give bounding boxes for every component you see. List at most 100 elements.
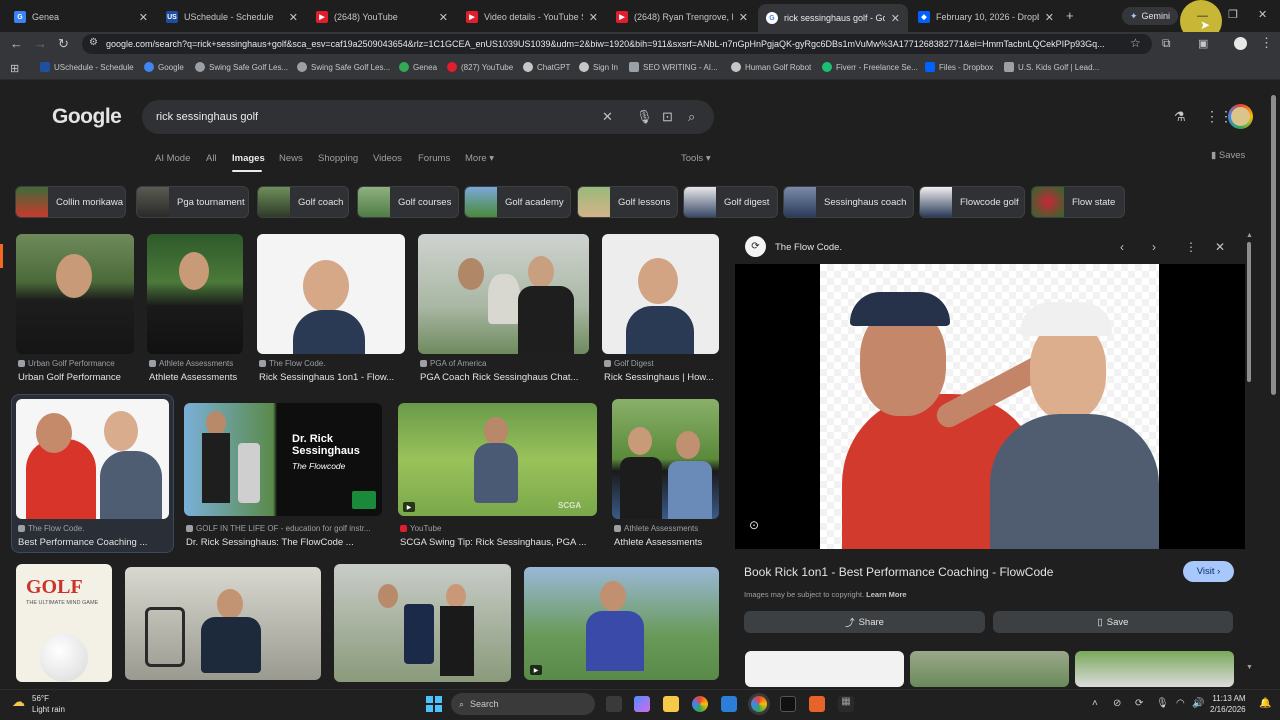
- result-caption[interactable]: Best Performance Coaching ...: [18, 537, 168, 548]
- result-image[interactable]: [418, 234, 589, 354]
- tab-youtube[interactable]: ▶ (2648) YouTube ✕: [308, 4, 456, 30]
- bookmark-star-icon[interactable]: ☆: [1130, 36, 1141, 50]
- result-caption[interactable]: Rick Sessinghaus | How...: [604, 372, 718, 383]
- bookmark-human-golf-robot[interactable]: Human Golf Robot: [731, 62, 811, 72]
- tab-youtube-studio[interactable]: ▶Video details - YouTube Studio✕: [458, 4, 606, 30]
- close-tab-icon[interactable]: ✕: [289, 11, 298, 24]
- result-caption[interactable]: Urban Golf Performance: [18, 372, 138, 383]
- copilot-icon[interactable]: [634, 696, 650, 712]
- result-image[interactable]: [334, 564, 511, 682]
- back-icon[interactable]: ←: [10, 36, 23, 51]
- previous-image-icon[interactable]: ‹: [1120, 240, 1124, 254]
- close-tab-icon[interactable]: ✕: [439, 11, 448, 24]
- mail-icon[interactable]: [721, 696, 737, 712]
- bookmark-us-kids-golf[interactable]: U.S. Kids Golf | Lead...: [1004, 62, 1099, 72]
- result-image[interactable]: [257, 234, 405, 354]
- tab-shopping[interactable]: Shopping: [318, 153, 358, 164]
- account-avatar[interactable]: [1228, 104, 1253, 129]
- panel-scroll-down-icon[interactable]: ▼: [1246, 664, 1253, 671]
- extensions-icon[interactable]: ⧉: [1162, 36, 1171, 51]
- chip-flow-state[interactable]: Flow state: [1031, 186, 1125, 218]
- restore-button[interactable]: ❐: [1228, 8, 1238, 21]
- tab-all[interactable]: All: [206, 153, 217, 164]
- recorder-icon[interactable]: [809, 696, 825, 712]
- result-caption[interactable]: Dr. Rick Sessinghaus: The FlowCode ...: [186, 537, 384, 548]
- weather-icon[interactable]: ☁: [12, 694, 25, 710]
- weather-widget[interactable]: 56°F Light rain: [32, 693, 65, 715]
- bookmark-youtube[interactable]: (827) YouTube: [447, 62, 513, 72]
- reload-icon[interactable]: ↻: [58, 36, 69, 52]
- bookmark-chatgpt[interactable]: ChatGPT: [523, 62, 570, 72]
- calculator-icon[interactable]: ▦: [838, 696, 854, 712]
- more-options-icon[interactable]: ⋮: [1185, 240, 1197, 254]
- lens-search-icon[interactable]: ⊙: [749, 518, 759, 532]
- volume-icon[interactable]: 🔊: [1192, 698, 1204, 709]
- result-caption[interactable]: SCGA Swing Tip: Rick Sessinghaus, PGA ..…: [400, 537, 598, 548]
- tab-genea[interactable]: G Genea ✕: [6, 4, 156, 30]
- tab-news[interactable]: News: [279, 153, 303, 164]
- wifi-icon[interactable]: ◠: [1176, 698, 1185, 709]
- chip-golf-academy[interactable]: Golf academy: [464, 186, 571, 218]
- address-bar[interactable]: ⚙ google.com/search?q=rick+sessinghaus+g…: [82, 34, 1152, 54]
- bookmark-seo-writing[interactable]: SEO WRITING - AI...: [629, 62, 718, 72]
- microphone-icon[interactable]: 🎙: [636, 109, 653, 125]
- close-panel-icon[interactable]: ✕: [1215, 240, 1225, 254]
- labs-flask-icon[interactable]: ⚗: [1174, 109, 1186, 125]
- page-scrollbar[interactable]: [1268, 81, 1280, 689]
- system-clock[interactable]: 11:13 AM 2/16/2026: [1210, 693, 1246, 715]
- result-caption[interactable]: Athlete Assessments: [614, 537, 720, 548]
- notification-bell-icon[interactable]: 🔔: [1259, 698, 1271, 709]
- profile-avatar[interactable]: [1234, 37, 1247, 50]
- tools-button[interactable]: Tools ▾: [681, 153, 711, 164]
- result-image-selected[interactable]: [16, 399, 169, 519]
- chip-golf-digest[interactable]: Golf digest: [683, 186, 778, 218]
- sync-icon[interactable]: ⟳: [1135, 698, 1143, 709]
- tab-videos[interactable]: Videos: [373, 153, 402, 164]
- tab-forums[interactable]: Forums: [418, 153, 450, 164]
- lens-icon[interactable]: ⊡: [662, 109, 673, 125]
- save-button[interactable]: ▯ Save: [993, 611, 1233, 633]
- related-image[interactable]: [1075, 651, 1234, 687]
- search-icon[interactable]: ⌕: [688, 109, 695, 125]
- file-explorer-icon[interactable]: [663, 696, 679, 712]
- scrollbar-thumb[interactable]: [1271, 95, 1276, 395]
- close-tab-icon[interactable]: ✕: [139, 11, 148, 24]
- tab-ai-mode[interactable]: AI Mode: [155, 153, 190, 164]
- bookmark-genea[interactable]: Genea: [399, 62, 437, 72]
- result-caption[interactable]: PGA Coach Rick Sessinghaus Chat...: [420, 372, 590, 383]
- capcut-icon[interactable]: [780, 696, 796, 712]
- related-image[interactable]: [745, 651, 904, 687]
- panel-title[interactable]: Book Rick 1on1 - Best Performance Coachi…: [744, 565, 1053, 579]
- bookmark-uschedule[interactable]: USchedule - Schedule: [40, 62, 134, 72]
- result-image[interactable]: Dr. Rick Sessinghaus The Flowcode: [184, 403, 382, 516]
- bookmark-google[interactable]: Google: [144, 62, 184, 72]
- gemini-button[interactable]: ✦ Gemini: [1122, 7, 1179, 25]
- related-image[interactable]: [910, 651, 1069, 687]
- result-image[interactable]: [16, 234, 134, 354]
- windows-start-icon[interactable]: [426, 696, 442, 712]
- menu-kebab-icon[interactable]: ⋮: [1260, 35, 1273, 51]
- saves-button[interactable]: ▮ Saves: [1211, 150, 1245, 161]
- tab-uschedule[interactable]: US USchedule - Schedule ✕: [158, 4, 306, 30]
- close-window-button[interactable]: ✕: [1258, 8, 1267, 21]
- chip-sessinghaus-coach[interactable]: Sessinghaus coach: [783, 186, 914, 218]
- chip-golf-coach[interactable]: Golf coach: [257, 186, 349, 218]
- share-button[interactable]: ⤴ Share: [744, 611, 985, 633]
- tab-dropbox[interactable]: ◆February 10, 2026 - Dropbox✕: [910, 4, 1062, 30]
- result-image[interactable]: [612, 399, 719, 519]
- result-image[interactable]: [125, 567, 321, 680]
- panel-source[interactable]: The Flow Code.: [775, 242, 842, 253]
- close-tab-icon[interactable]: ✕: [739, 11, 748, 24]
- clear-search-icon[interactable]: ✕: [602, 109, 613, 125]
- result-image[interactable]: SCGA ▶: [398, 403, 597, 516]
- search-input[interactable]: rick sessinghaus golf: [142, 100, 714, 134]
- bookmark-dropbox[interactable]: Files - Dropbox: [925, 62, 993, 72]
- result-image[interactable]: ▶: [524, 567, 719, 680]
- tab-ryan-trengrove[interactable]: ▶(2648) Ryan Trengrove, PGA ...✕: [608, 4, 756, 30]
- chip-collin-morikawa[interactable]: Collin morikawa: [15, 186, 126, 218]
- tab-images[interactable]: Images: [232, 153, 265, 164]
- chrome-active-icon[interactable]: [751, 696, 767, 712]
- close-tab-icon[interactable]: ✕: [891, 12, 900, 25]
- chip-golf-courses[interactable]: Golf courses: [357, 186, 459, 218]
- show-hidden-icons[interactable]: ˄: [1092, 698, 1098, 709]
